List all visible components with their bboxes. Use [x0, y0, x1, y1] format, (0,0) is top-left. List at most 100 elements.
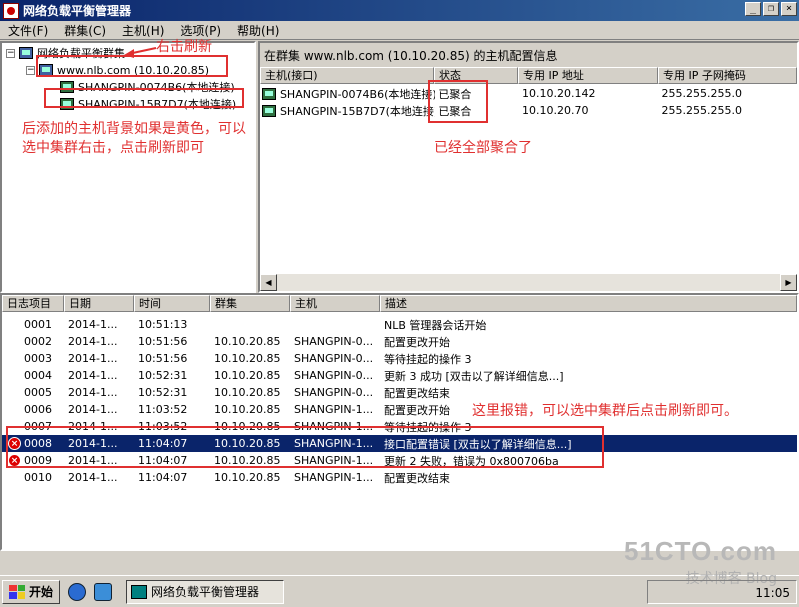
status-highlight-box — [428, 80, 488, 123]
host-mask: 255.255.255.0 — [661, 87, 742, 100]
host-row[interactable]: SHANGPIN-15B7D7(本地连接) 已聚合 10.10.20.70 25… — [260, 102, 797, 119]
clock: 11:05 — [755, 586, 790, 600]
taskbar-nlb-label: 网络负载平衡管理器 — [151, 585, 260, 599]
taskbar: 51CTO.com 技术博客 Blog 开始 网络负载平衡管理器 11:05 — [0, 536, 799, 607]
log-date: 2014-1... — [68, 335, 118, 348]
log-desc: 配置更改结束 — [384, 386, 450, 400]
host-column-headers: 主机(接口) 状态 专用 IP 地址 专用 IP 子网掩码 — [260, 67, 797, 84]
arrow-icon — [124, 47, 157, 58]
log-date: 2014-1... — [68, 471, 118, 484]
log-row[interactable]: 0004 2014-1... 10:52:31 10.10.20.85 SHANGPIN… — [2, 367, 797, 384]
menu-host[interactable]: 主机(H) — [114, 22, 172, 39]
log-time: 11:03:52 — [138, 403, 188, 416]
log-desc: 配置更改开始 — [384, 335, 450, 349]
start-label: 开始 — [29, 585, 54, 599]
window-title: 网络负载平衡管理器 — [23, 4, 132, 18]
menu-cluster[interactable]: 群集(C) — [56, 22, 114, 39]
col-log-desc[interactable]: 描述 — [380, 295, 797, 312]
note-refresh: 右击刷新 — [156, 39, 212, 55]
menu-bar: 文件(F) 群集(C) 主机(H) 选项(P) 帮助(H) — [0, 21, 799, 40]
log-time: 10:51:13 — [138, 318, 188, 331]
cluster-tree-pane: − 网络负载平衡群集 − www.nlb.com (10.10.20.85) S… — [0, 41, 256, 293]
error-highlight-box — [6, 426, 604, 468]
log-id: 0002 — [24, 335, 52, 348]
log-time: 11:04:07 — [138, 471, 188, 484]
log-cluster: 10.10.20.85 — [214, 471, 281, 484]
system-tray: 11:05 — [647, 580, 797, 604]
host-ip: 10.10.20.70 — [522, 104, 589, 117]
log-row[interactable]: 0002 2014-1... 10:51:56 10.10.20.85 SHANGPIN… — [2, 333, 797, 350]
col-log-cluster[interactable]: 群集 — [210, 295, 290, 312]
col-log-id[interactable]: 日志项目 — [2, 295, 64, 312]
nlb-clusters-icon — [19, 47, 33, 59]
log-cluster: 10.10.20.85 — [214, 335, 281, 348]
log-id: 0005 — [24, 386, 52, 399]
host-ip: 10.10.20.142 — [522, 87, 596, 100]
windows-logo-icon — [9, 584, 25, 599]
log-row[interactable]: 0003 2014-1... 10:51:56 10.10.20.85 SHANGPIN… — [2, 350, 797, 367]
log-host: SHANGPIN-0... — [294, 386, 374, 399]
log-desc: NLB 管理器会话开始 — [384, 318, 487, 332]
log-id: 0010 — [24, 471, 52, 484]
collapse-icon[interactable]: − — [26, 65, 35, 75]
col-log-date[interactable]: 日期 — [64, 295, 134, 312]
host-row[interactable]: SHANGPIN-0074B6(本地连接) 已聚合 10.10.20.142 2… — [260, 85, 797, 102]
log-row[interactable]: 0005 2014-1... 10:52:31 10.10.20.85 SHANGPIN… — [2, 384, 797, 401]
scroll-right-icon[interactable]: ▶ — [780, 274, 797, 291]
collapse-icon[interactable]: − — [6, 48, 15, 58]
menu-file[interactable]: 文件(F) — [0, 22, 56, 39]
host-mask: 255.255.255.0 — [661, 104, 742, 117]
col-mask[interactable]: 专用 IP 子网掩码 — [658, 67, 797, 84]
scroll-track[interactable] — [277, 274, 780, 291]
start-button[interactable]: 开始 — [2, 579, 61, 604]
nlb-app-icon — [131, 584, 148, 599]
close-button[interactable]: × — [781, 2, 797, 16]
restore-button[interactable]: ❐ — [763, 2, 779, 16]
col-ip[interactable]: 专用 IP 地址 — [518, 67, 658, 84]
log-time: 10:51:56 — [138, 352, 188, 365]
log-id: 0004 — [24, 369, 52, 382]
minimize-button[interactable]: _ — [745, 2, 761, 16]
log-id: 0003 — [24, 352, 52, 365]
host-name: SHANGPIN-15B7D7(本地连接) — [279, 104, 436, 118]
log-date: 2014-1... — [68, 386, 118, 399]
col-host[interactable]: 主机(接口) — [260, 67, 434, 84]
note-yellow-1: 后添加的主机背景如果是黄色，可以 — [22, 121, 246, 137]
log-row[interactable]: 0010 2014-1... 11:04:07 10.10.20.85 SHANGPIN… — [2, 469, 797, 486]
log-date: 2014-1... — [68, 318, 118, 331]
log-row[interactable]: 0001 2014-1... 10:51:13 NLB 管理器会话开始 — [2, 316, 797, 333]
note-yellow-2: 选中集群右击，点击刷新即可 — [22, 140, 204, 156]
host-config-header: 在群集 www.nlb.com (10.10.20.85) 的主机配置信息 — [260, 43, 797, 67]
log-time: 10:51:56 — [138, 335, 188, 348]
log-time: 10:52:31 — [138, 369, 188, 382]
scroll-left-icon[interactable]: ◀ — [260, 274, 277, 291]
host-icon — [262, 87, 276, 100]
explorer-icon[interactable] — [94, 582, 113, 601]
log-date: 2014-1... — [68, 403, 118, 416]
col-log-host[interactable]: 主机 — [290, 295, 380, 312]
log-desc: 等待挂起的操作 3 — [384, 352, 472, 366]
log-column-headers: 日志项目 日期 时间 群集 主机 描述 — [2, 295, 797, 312]
ie-icon[interactable] — [68, 582, 87, 601]
log-cluster: 10.10.20.85 — [214, 352, 281, 365]
log-time: 10:52:31 — [138, 386, 188, 399]
log-desc: 更新 3 成功 [双击以了解详细信息...] — [384, 369, 564, 383]
host-icon — [262, 104, 276, 117]
menu-options[interactable]: 选项(P) — [172, 22, 229, 39]
log-cluster: 10.10.20.85 — [214, 386, 281, 399]
log-date: 2014-1... — [68, 369, 118, 382]
log-cluster: 10.10.20.85 — [214, 369, 281, 382]
taskbar-nlb-button[interactable]: 网络负载平衡管理器 — [126, 579, 285, 604]
host-highlight-box — [44, 88, 244, 108]
log-desc: 配置更改结束 — [384, 471, 450, 485]
app-icon — [3, 2, 19, 19]
log-host: SHANGPIN-1... — [294, 471, 374, 484]
col-log-time[interactable]: 时间 — [134, 295, 210, 312]
log-pane: 日志项目 日期 时间 群集 主机 描述 0001 2014-1... 10:51:1… — [0, 293, 799, 551]
note-converged: 已经全部聚合了 — [434, 140, 532, 156]
menu-help[interactable]: 帮助(H) — [229, 22, 287, 39]
log-id: 0001 — [24, 318, 52, 331]
host-config-pane: 在群集 www.nlb.com (10.10.20.85) 的主机配置信息 主机… — [258, 41, 799, 293]
horizontal-scrollbar[interactable]: ◀ ▶ — [260, 274, 797, 291]
host-name: SHANGPIN-0074B6(本地连接) — [279, 87, 436, 101]
